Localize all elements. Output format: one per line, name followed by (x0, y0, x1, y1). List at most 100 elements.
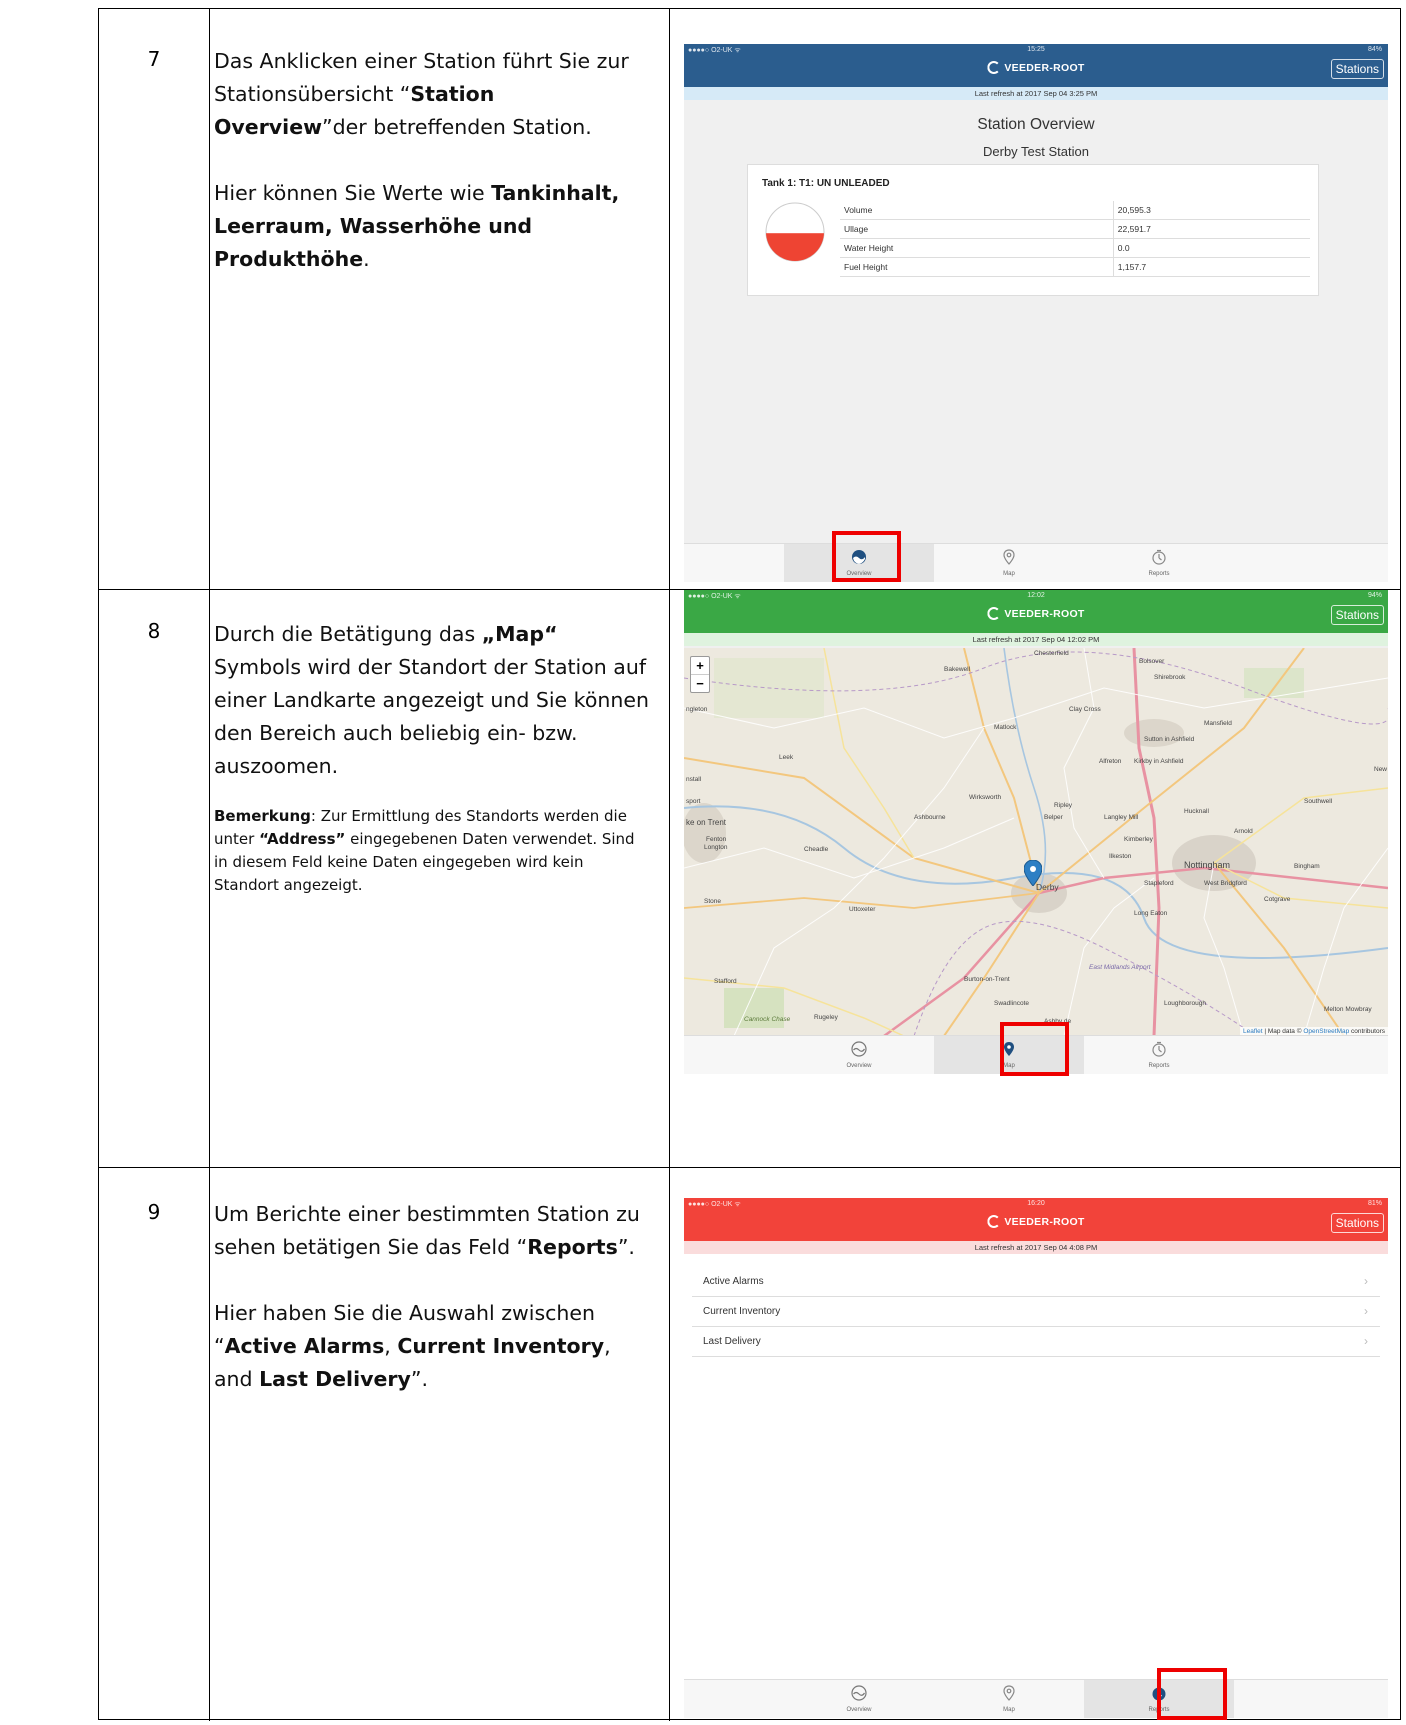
map-place-label: Wirksworth (969, 794, 1002, 801)
table-row: Volume 20,595.3 (840, 201, 1310, 220)
tab-overview[interactable]: Overview (784, 1680, 934, 1718)
tank-fill (766, 233, 824, 261)
app-header: ●●●●○ O2-UK ᯤ 16:20 81% VEEDER-ROOT Stat… (684, 1198, 1388, 1241)
map-roads (684, 648, 1388, 1036)
brand-logo: VEEDER-ROOT (987, 1215, 1084, 1228)
map-place-label: Stone (704, 898, 721, 905)
zoom-control: + − (690, 656, 710, 693)
column-divider (209, 9, 210, 589)
last-refresh-text: Last refresh at 2017 Sep 04 3:25 PM (684, 87, 1388, 100)
app-header: ●●●●○ O2-UK ᯤ 15:25 84% VEEDER-ROOT Stat… (684, 44, 1388, 87)
brand-logo: VEEDER-ROOT (987, 607, 1084, 620)
step-description: Durch die Betätigung das „Map“ Symbols w… (214, 622, 649, 894)
highlight-box (1157, 1668, 1227, 1720)
map-place-label: sport (686, 798, 701, 805)
map-place-label: Bolsover (1139, 658, 1165, 665)
list-item-current-inventory[interactable]: Current Inventory › (692, 1297, 1380, 1327)
tab-reports[interactable]: Reports (1084, 544, 1234, 582)
step-description: Das Anklicken einer Station führt Sie zu… (214, 49, 629, 271)
clock-label: 15:25 (1027, 46, 1045, 53)
row-label: Water Height (840, 238, 1114, 258)
carrier-label: ●●●●○ O2-UK ᯤ (688, 1201, 741, 1208)
map-place-label: Cannock Chase (744, 1016, 791, 1023)
highlight-box (1000, 1022, 1069, 1076)
tab-bar: Overview Map Reports (684, 543, 1388, 582)
tab-reports[interactable]: Reports (1084, 1036, 1234, 1074)
tab-map[interactable]: Map (934, 1680, 1084, 1718)
battery-label: 84% (1367, 46, 1382, 53)
map-place-label: Belper (1044, 814, 1063, 821)
map-place-label: Southwell (1304, 798, 1333, 805)
map-place-label: Loughborough (1164, 1000, 1206, 1007)
list-item-active-alarms[interactable]: Active Alarms › (692, 1267, 1380, 1297)
tank-level-gauge (765, 202, 825, 262)
leaflet-link[interactable]: Leaflet (1243, 1028, 1263, 1035)
map-view[interactable]: Chesterfield Bolsover Bakewell Shirebroo… (684, 648, 1388, 1036)
step-number: 7 (147, 47, 161, 71)
zoom-in-button[interactable]: + (691, 657, 709, 675)
clock-label: 16:20 (1027, 1200, 1045, 1207)
battery-label: 94% (1367, 592, 1382, 599)
map-place-label: Hucknall (1184, 808, 1209, 815)
overview-gauge-icon (851, 1041, 867, 1057)
map-place-label: Arnold (1234, 828, 1253, 835)
map-place-label: Ilkeston (1109, 853, 1132, 860)
map-place-label: Rugeley (814, 1014, 838, 1021)
chevron-right-icon: › (1364, 1274, 1368, 1288)
map-place-label: Burton-on-Trent (964, 976, 1010, 983)
osm-link[interactable]: OpenStreetMap (1303, 1028, 1349, 1035)
battery-label: 81% (1367, 1200, 1382, 1207)
column-divider (669, 9, 670, 589)
map-place-label: Mansfield (1204, 720, 1232, 727)
row-value: 0.0 (1112, 238, 1310, 258)
row-value: 20,595.3 (1112, 201, 1310, 220)
stations-button[interactable]: Stations (1330, 1213, 1384, 1233)
tab-overview[interactable]: Overview (784, 1036, 934, 1074)
map-place-label: Long Eaton (1134, 910, 1168, 917)
stations-button[interactable]: Stations (1330, 59, 1384, 79)
veeder-root-logo-icon (987, 607, 1001, 620)
map-place-label: Bingham (1294, 863, 1320, 870)
map-place-label: ngleton (686, 706, 708, 713)
stations-button[interactable]: Stations (1330, 605, 1384, 625)
carrier-label: ●●●●○ O2-UK ᯤ (688, 47, 741, 54)
map-place-label: Stapleford (1144, 880, 1174, 887)
location-marker-icon[interactable] (1024, 860, 1042, 886)
last-refresh-text: Last refresh at 2017 Sep 04 12:02 PM (684, 633, 1388, 646)
instruction-table: 7 Das Anklicken einer Station führt Sie … (98, 8, 1401, 1721)
tab-bar: Overview Map Reports (684, 1679, 1388, 1718)
map-place-label: West Bridgford (1204, 880, 1247, 887)
row-value: 22,591.7 (1112, 219, 1310, 239)
chevron-right-icon: › (1364, 1334, 1368, 1348)
column-divider (669, 590, 670, 1167)
list-item-last-delivery[interactable]: Last Delivery › (692, 1327, 1380, 1357)
map-place-label: Shirebrook (1154, 674, 1186, 681)
app-header: ●●●●○ O2-UK ᯤ 12:02 94% VEEDER-ROOT Stat… (684, 590, 1388, 633)
map-place-label: ke on Trent (686, 818, 727, 827)
column-divider (669, 1168, 670, 1721)
reports-screenshot: ●●●●○ O2-UK ᯤ 16:20 81% VEEDER-ROOT Stat… (684, 1198, 1388, 1718)
reports-clock-icon (1152, 1041, 1166, 1057)
row-label: Ullage (840, 219, 1114, 239)
tank-card: Tank 1: T1: UN UNLEADED Volume 20,595.3 U… (747, 164, 1319, 296)
station-name: Derby Test Station (983, 144, 1089, 159)
tab-map[interactable]: Map (934, 544, 1084, 582)
zoom-out-button[interactable]: − (691, 675, 709, 692)
table-row: Ullage 22,591.7 (840, 219, 1310, 239)
table-row: 7 Das Anklicken einer Station führt Sie … (99, 9, 1400, 589)
table-row: Water Height 0.0 (840, 238, 1310, 258)
map-place-label: Nottingham (1184, 860, 1231, 870)
map-place-label: Longton (704, 844, 728, 851)
map-place-label: Leek (779, 754, 794, 761)
map-place-label: nstall (686, 776, 702, 783)
table-row: 9 Um Berichte einer bestimmten Station z… (99, 1167, 1400, 1721)
overview-gauge-icon (851, 1685, 867, 1701)
map-place-label: Fenton (706, 836, 727, 843)
map-screenshot: ●●●●○ O2-UK ᯤ 12:02 94% VEEDER-ROOT Stat… (684, 590, 1388, 1074)
step-description: Um Berichte einer bestimmten Station zu … (214, 1202, 640, 1391)
map-place-label: Stafford (714, 978, 737, 985)
map-place-label: Kirkby in Ashfield (1134, 758, 1184, 765)
map-place-label: Kimberley (1124, 836, 1153, 843)
map-place-label: Ripley (1054, 802, 1073, 809)
clock-label: 12:02 (1027, 592, 1045, 599)
